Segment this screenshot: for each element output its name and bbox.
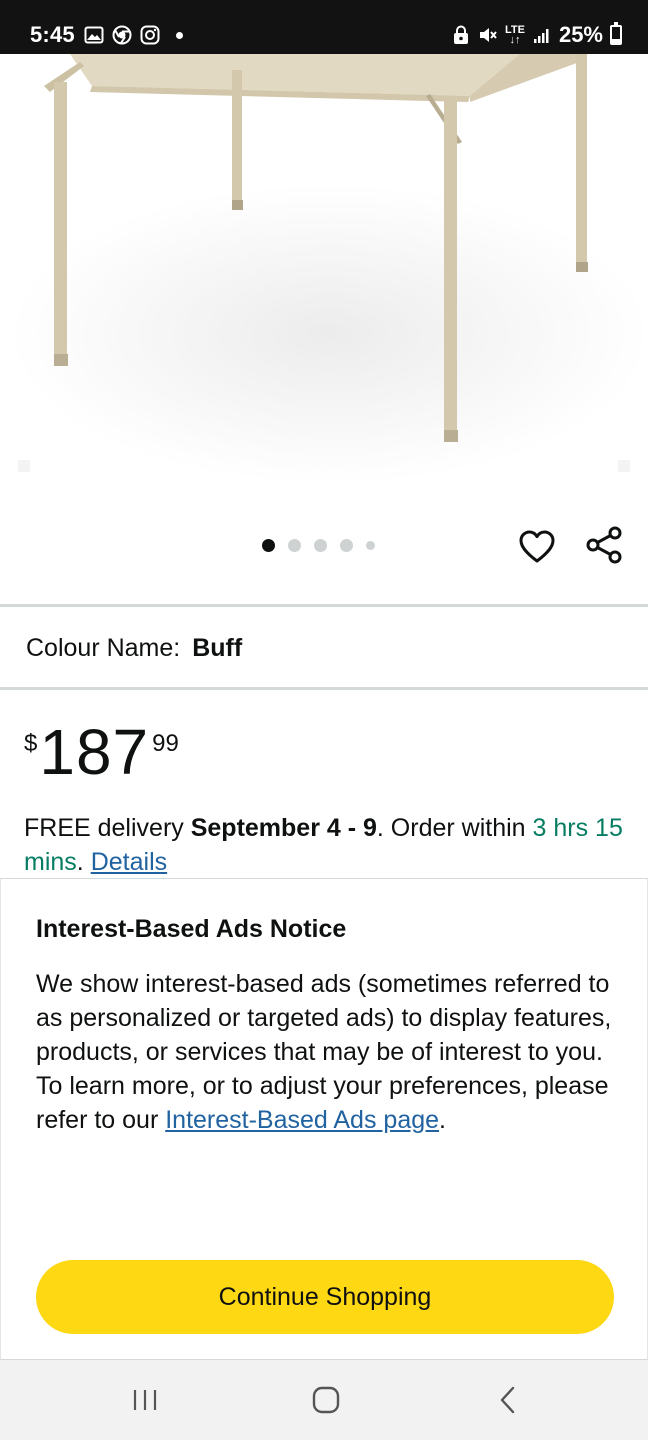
colour-selector: Colour Name: Buff bbox=[26, 634, 242, 663]
battery-icon bbox=[610, 22, 622, 45]
carousel-dot[interactable] bbox=[288, 539, 301, 552]
price-whole: 187 bbox=[39, 716, 150, 788]
status-time: 5:45 bbox=[30, 22, 75, 47]
carousel-dot[interactable] bbox=[366, 541, 375, 550]
recent-apps-icon bbox=[133, 1390, 157, 1410]
carousel-dot[interactable] bbox=[262, 539, 275, 552]
continue-shopping-button[interactable]: Continue Shopping bbox=[36, 1260, 614, 1334]
price-fraction: 99 bbox=[152, 730, 179, 757]
product-page: 5:45 LTE ↓↑ 25% Colour Name: Buff $ 187 … bbox=[0, 0, 648, 1440]
battery-percent: 25% bbox=[558, 22, 603, 47]
delivery-prefix: FREE delivery bbox=[24, 814, 191, 842]
divider bbox=[0, 687, 648, 690]
delivery-middle: . Order within bbox=[376, 814, 533, 842]
price-currency: $ bbox=[24, 730, 38, 757]
system-icons: LTE ↓↑ 25% bbox=[451, 22, 622, 48]
delivery-info: FREE delivery September 4 - 9. Order wit… bbox=[24, 811, 624, 879]
network-type: LTE bbox=[504, 24, 525, 36]
colour-label: Colour Name: bbox=[26, 634, 181, 662]
notice-text-end: . bbox=[439, 1106, 446, 1134]
system-nav-bar bbox=[0, 1360, 648, 1440]
divider bbox=[0, 604, 648, 607]
delivery-dates: September 4 - 9 bbox=[190, 814, 377, 842]
notice-title: Interest-Based Ads Notice bbox=[36, 915, 347, 943]
folding-table-image[interactable] bbox=[0, 54, 648, 484]
recent-apps-button[interactable] bbox=[121, 1380, 169, 1420]
notice-body: We show interest-based ads (sometimes re… bbox=[36, 967, 626, 1137]
notification-icons bbox=[84, 25, 183, 45]
delivery-details-link[interactable]: Details bbox=[91, 848, 167, 876]
ads-notice-sheet: Interest-Based Ads Notice We show intere… bbox=[0, 878, 648, 1360]
carousel-dot[interactable] bbox=[340, 539, 353, 552]
back-icon bbox=[500, 1386, 515, 1414]
share-button[interactable] bbox=[582, 523, 626, 567]
mute-icon bbox=[479, 28, 497, 42]
interest-ads-page-link[interactable]: Interest-Based Ads page bbox=[165, 1106, 439, 1134]
heart-icon bbox=[519, 530, 555, 563]
delivery-after: . bbox=[76, 848, 91, 876]
share-icon bbox=[586, 526, 622, 564]
back-button[interactable] bbox=[484, 1380, 532, 1420]
colour-value: Buff bbox=[192, 634, 243, 662]
image-carousel-dots[interactable] bbox=[262, 539, 375, 552]
notification-dot-icon bbox=[176, 31, 183, 39]
signal-icon bbox=[533, 29, 549, 43]
gallery-icon bbox=[84, 26, 104, 44]
home-icon bbox=[312, 1386, 340, 1414]
status-bar: 5:45 LTE ↓↑ 25% bbox=[0, 0, 648, 54]
chrome-icon bbox=[112, 25, 132, 45]
product-photo bbox=[10, 54, 648, 484]
vpn-lock-icon bbox=[453, 25, 468, 44]
instagram-icon bbox=[140, 25, 160, 45]
battery-level bbox=[612, 39, 620, 43]
product-price: $ 187 99 bbox=[24, 720, 179, 784]
lte-icon: LTE ↓↑ bbox=[504, 24, 525, 46]
wishlist-button[interactable] bbox=[515, 525, 559, 569]
carousel-dot[interactable] bbox=[314, 539, 327, 552]
home-button[interactable] bbox=[302, 1380, 350, 1420]
